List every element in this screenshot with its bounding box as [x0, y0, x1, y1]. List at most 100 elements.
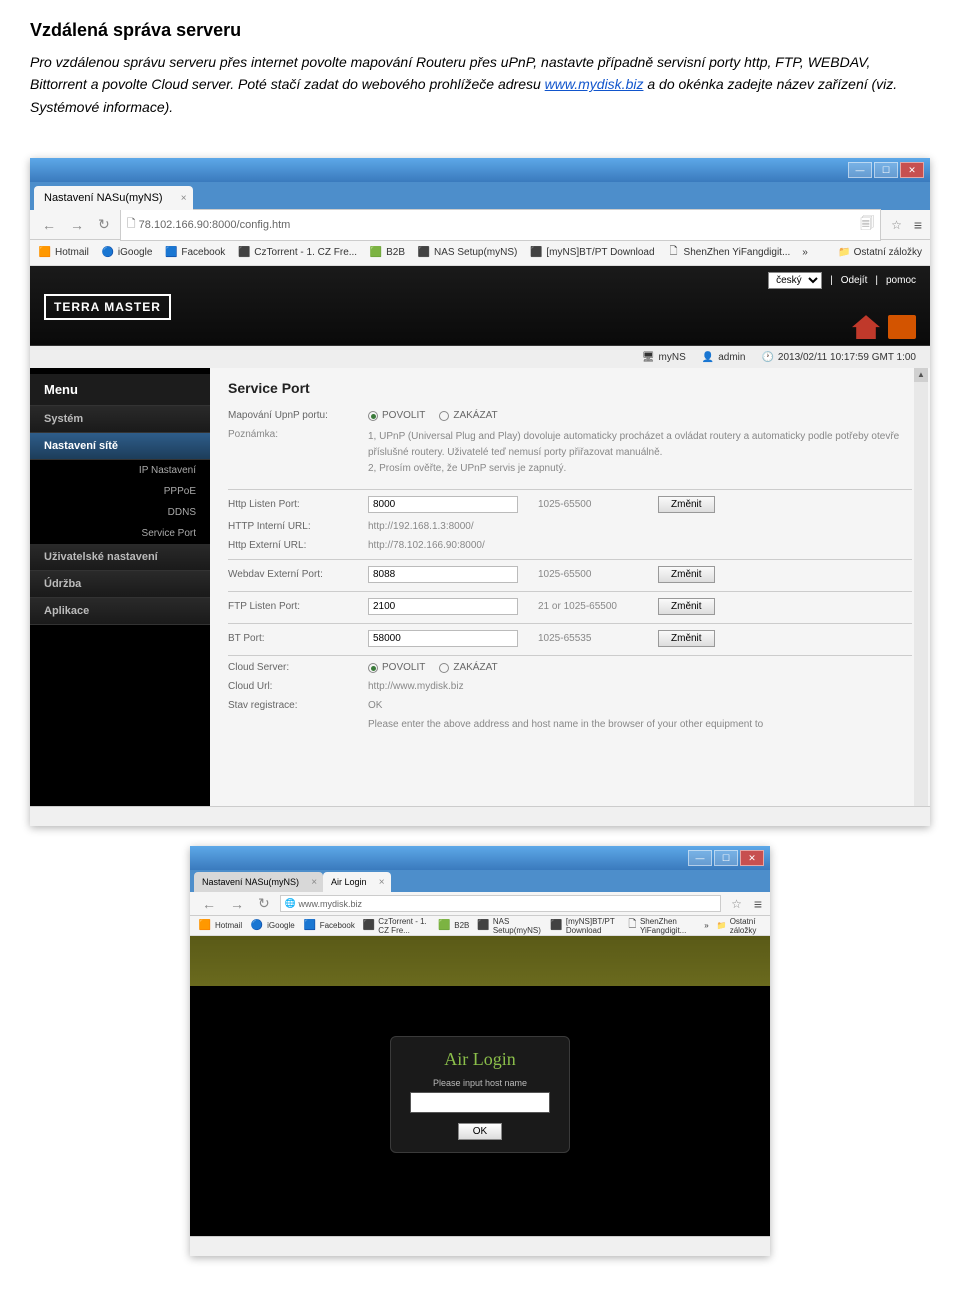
scrollbar[interactable]: ▲ — [914, 368, 928, 806]
address-bar-2[interactable]: 🌐 www.mydisk.biz — [280, 895, 721, 912]
sidebar-item-user-settings[interactable]: Uživatelské nastavení — [30, 544, 210, 571]
ftp-change-button[interactable]: Změnit — [658, 598, 715, 615]
bt-change-button[interactable]: Změnit — [658, 630, 715, 647]
sidebar-item-apps[interactable]: Aplikace — [30, 598, 210, 625]
bookmark-shenzhen-2[interactable]: 🗋ShenZhen YiFangdigit... — [628, 917, 697, 935]
status-time: 🕐 2013/02/11 10:17:59 GMT 1:00 — [761, 352, 916, 363]
window-close-button-2[interactable]: ✕ — [740, 850, 764, 866]
http-internal-value: http://192.168.1.3:8000/ — [368, 521, 474, 532]
window-maximize-button-2[interactable]: ☐ — [714, 850, 738, 866]
sidebar-subitem-ddns[interactable]: DDNS — [30, 502, 210, 523]
browser-menu-icon-2[interactable]: ≡ — [754, 896, 762, 912]
bookmark-igoogle[interactable]: 🔵iGoogle — [101, 246, 152, 260]
note-text-2: 2, Prosím ověřte, že UPnP servis je zapn… — [368, 461, 912, 477]
http-change-button[interactable]: Změnit — [658, 496, 715, 513]
cloud-disable-radio[interactable]: ZAKÁZAT — [439, 662, 497, 673]
window-close-button[interactable]: ✕ — [900, 162, 924, 178]
webdav-range: 1025-65500 — [538, 569, 658, 580]
bookmark-cztorrent[interactable]: ⬛CzTorrent - 1. CZ Fre... — [237, 246, 357, 260]
upnp-disable-radio[interactable]: ZAKÁZAT — [439, 410, 497, 421]
browser-tab-1[interactable]: Nastavení NASu(myNS) × — [194, 872, 323, 892]
bookmark-nas-setup-2[interactable]: ⬛NAS Setup(myNS) — [477, 917, 542, 935]
window-maximize-button[interactable]: ☐ — [874, 162, 898, 178]
tab-close-icon-1[interactable]: × — [311, 877, 317, 888]
upnp-enable-radio[interactable]: POVOLIT — [368, 410, 425, 421]
upnp-label: Mapování UpnP portu: — [228, 410, 368, 421]
help-link[interactable]: pomoc — [886, 275, 916, 286]
login-ok-button[interactable]: OK — [458, 1123, 502, 1140]
http-port-input[interactable] — [368, 496, 518, 513]
reload-button-2[interactable]: ↻ — [254, 895, 274, 912]
back-button[interactable]: ← — [38, 217, 60, 233]
folder-icon[interactable] — [888, 315, 916, 339]
bookmark-facebook[interactable]: 🟦Facebook — [164, 246, 225, 260]
divider — [228, 623, 912, 624]
tab-close-icon-2[interactable]: × — [379, 877, 385, 888]
page-action-icon[interactable]: 🗐 — [860, 213, 874, 237]
window-minimize-button-2[interactable]: — — [688, 850, 712, 866]
reg-value: OK — [368, 700, 382, 711]
header-separator: | — [830, 275, 833, 286]
bookmarks-more-2[interactable]: » — [704, 921, 708, 930]
bookmark-other-folder[interactable]: 📁Ostatní záložky — [838, 247, 922, 258]
bookmarks-bar: 🟧Hotmail 🔵iGoogle 🟦Facebook ⬛CzTorrent -… — [30, 240, 930, 266]
bookmark-star-icon[interactable]: ☆ — [891, 218, 902, 232]
window-minimize-button[interactable]: — — [848, 162, 872, 178]
nas-header: český | Odejít | pomoc TERRA MASTER — [30, 266, 930, 346]
note-label: Poznámka: — [228, 429, 368, 477]
login-title: Air Login — [403, 1049, 557, 1070]
bookmark-cztorrent-2[interactable]: ⬛CzTorrent - 1. CZ Fre... — [363, 917, 429, 935]
webdav-change-button[interactable]: Změnit — [658, 566, 715, 583]
bookmark-b2b[interactable]: 🟩B2B — [369, 246, 405, 260]
forward-button-2[interactable]: → — [226, 896, 248, 912]
cloud-url-value: http://www.mydisk.biz — [368, 681, 464, 692]
browser-tab-2-active[interactable]: Air Login × — [323, 872, 391, 892]
bookmark-mynas-bt[interactable]: ⬛[myNS]BT/PT Download — [529, 246, 654, 260]
sidebar-item-network[interactable]: Nastavení sítě — [30, 433, 210, 460]
header-separator-2: | — [875, 275, 878, 286]
sidebar-item-system[interactable]: Systém — [30, 406, 210, 433]
cloud-label: Cloud Server: — [228, 662, 368, 673]
bookmark-other-folder-2[interactable]: 📁Ostatní záložky — [717, 917, 762, 935]
address-bar[interactable]: 🗋 78.102.166.90:8000/config.htm 🗐 — [120, 209, 881, 241]
bookmark-shenzhen[interactable]: 🗋ShenZhen YiFangdigit... — [667, 246, 791, 260]
reg-label: Stav registrace: — [228, 700, 368, 711]
globe-icon: 🌐 — [285, 898, 296, 909]
sidebar-subitem-ip[interactable]: IP Nastavení — [30, 460, 210, 481]
home-icon[interactable] — [852, 315, 880, 339]
sidebar-subitem-service-port[interactable]: Service Port — [30, 523, 210, 544]
tab-close-icon[interactable]: × — [181, 193, 187, 204]
doc-title: Vzdálená správa serveru — [30, 20, 930, 41]
bookmark-facebook-2[interactable]: 🟦Facebook — [303, 919, 355, 933]
bookmark-star-icon-2[interactable]: ☆ — [731, 897, 742, 911]
back-button-2[interactable]: ← — [198, 896, 220, 912]
bookmark-nas-setup[interactable]: ⬛NAS Setup(myNS) — [417, 246, 517, 260]
bookmarks-bar-2: 🟧Hotmail 🔵iGoogle 🟦Facebook ⬛CzTorrent -… — [190, 916, 770, 936]
sidebar-menu-title: Menu — [30, 374, 210, 406]
hostname-input[interactable] — [410, 1092, 550, 1113]
bt-port-input[interactable] — [368, 630, 518, 647]
forward-button[interactable]: → — [66, 217, 88, 233]
cloud-enable-radio[interactable]: POVOLIT — [368, 662, 425, 673]
sidebar-subitem-pppoe[interactable]: PPPoE — [30, 481, 210, 502]
bookmark-hotmail[interactable]: 🟧Hotmail — [38, 246, 89, 260]
browser-window-main: — ☐ ✕ Nastavení NASu(myNS) × ← → ↻ 🗋 78.… — [30, 158, 930, 826]
http-external-label: Http Externí URL: — [228, 540, 368, 551]
browser-toolbar-2: ← → ↻ 🌐 www.mydisk.biz ☆ ≡ — [190, 892, 770, 916]
reload-button[interactable]: ↻ — [94, 216, 114, 233]
bookmarks-more[interactable]: » — [802, 247, 808, 258]
status-user: 👤 admin — [702, 352, 746, 363]
logout-link[interactable]: Odejít — [841, 275, 868, 286]
browser-tab-active[interactable]: Nastavení NASu(myNS) × — [34, 186, 193, 210]
language-select[interactable]: český — [768, 272, 822, 289]
bookmark-hotmail-2[interactable]: 🟧Hotmail — [198, 919, 242, 933]
sidebar-item-maintenance[interactable]: Údržba — [30, 571, 210, 598]
bookmark-igoogle-2[interactable]: 🔵iGoogle — [250, 919, 295, 933]
doc-link-mydisk[interactable]: www.mydisk.biz — [545, 76, 644, 92]
ftp-port-input[interactable] — [368, 598, 518, 615]
scroll-up-icon[interactable]: ▲ — [914, 368, 928, 382]
bookmark-mynas-bt-2[interactable]: ⬛[myNS]BT/PT Download — [550, 917, 619, 935]
webdav-port-input[interactable] — [368, 566, 518, 583]
browser-menu-icon[interactable]: ≡ — [914, 217, 922, 233]
bookmark-b2b-2[interactable]: 🟩B2B — [437, 919, 469, 933]
